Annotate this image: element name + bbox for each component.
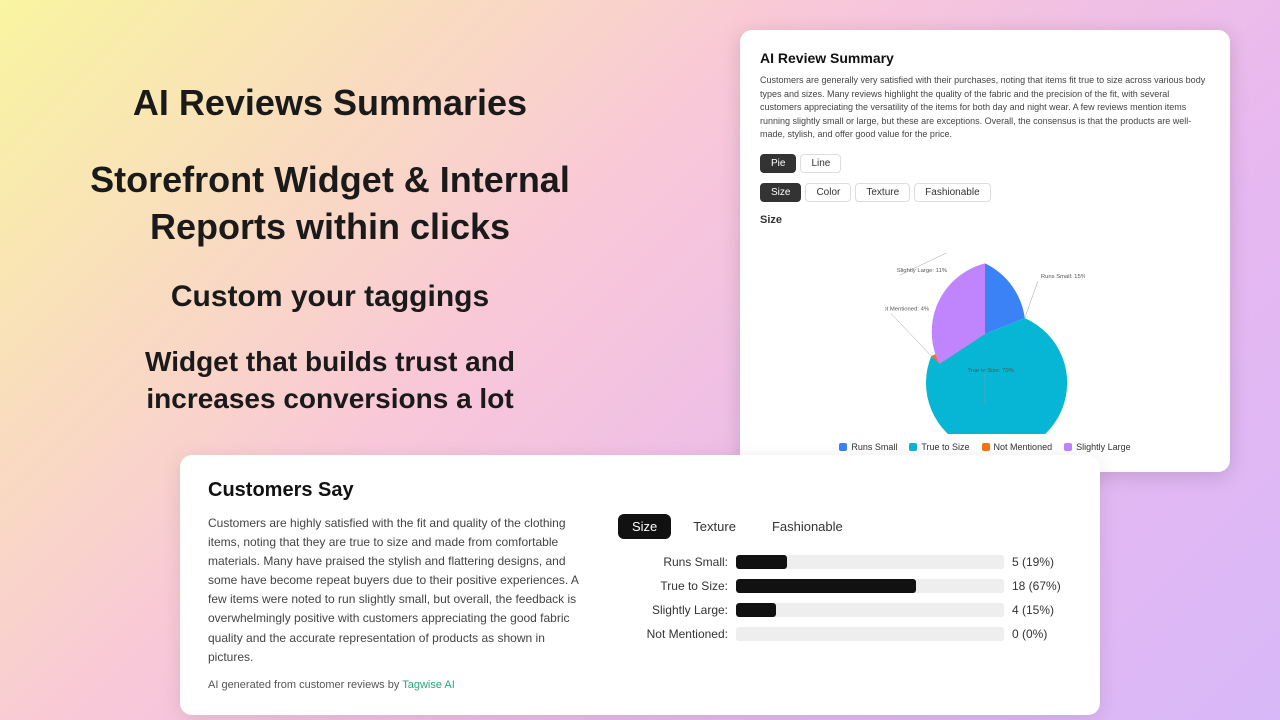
review-card-description: Customers are generally very satisfied w… xyxy=(760,74,1210,142)
label-runs-small: Runs Small: 15% xyxy=(1041,274,1085,280)
texture-tag-button[interactable]: Texture xyxy=(855,183,910,202)
label-true-to-size: True to Size: 70% xyxy=(967,368,1014,374)
bar-value-slightly-large: 4 (15%) xyxy=(1012,603,1072,617)
bar-value-runs-small: 5 (19%) xyxy=(1012,555,1072,569)
color-tag-button[interactable]: Color xyxy=(805,183,851,202)
bar-value-not-mentioned: 0 (0%) xyxy=(1012,627,1072,641)
size-tag-button[interactable]: Size xyxy=(760,183,801,202)
bar-value-true-to-size: 18 (67%) xyxy=(1012,579,1072,593)
widget-description: Customers are highly satisfied with the … xyxy=(208,514,588,668)
bar-label-slightly-large: Slightly Large: xyxy=(618,603,728,617)
legend-slightly-large: Slightly Large xyxy=(1064,442,1131,452)
legend-not-mentioned: Not Mentioned xyxy=(982,442,1053,452)
line-runs-small xyxy=(1025,281,1038,318)
widget-content: Customers are highly satisfied with the … xyxy=(208,514,1072,692)
bar-label-runs-small: Runs Small: xyxy=(618,555,728,569)
line-chart-button[interactable]: Line xyxy=(800,154,841,173)
legend-true-to-size: True to Size xyxy=(909,442,969,452)
review-card-title: AI Review Summary xyxy=(760,50,1210,66)
customers-say-card: Customers Say Customers are highly satis… xyxy=(180,455,1100,716)
line-not-mentioned xyxy=(891,313,931,356)
tag-button-group: Size Color Texture Fashionable xyxy=(760,183,1210,202)
bar-fill-runs-small xyxy=(736,555,787,569)
pie-chart-button[interactable]: Pie xyxy=(760,154,796,173)
bar-track-slightly-large xyxy=(736,603,1004,617)
bar-label-true-to-size: True to Size: xyxy=(618,579,728,593)
pie-chart-container: Runs Small: 15% Slightly Large: 11% Not … xyxy=(760,234,1210,452)
review-summary-card: AI Review Summary Customers are generall… xyxy=(740,30,1230,472)
bar-row-true-to-size: True to Size: 18 (67%) xyxy=(618,579,1072,593)
legend-dot-slightly-large xyxy=(1064,443,1072,451)
bar-chart: Runs Small: 5 (19%) True to Size: 18 (67… xyxy=(618,555,1072,641)
heading-3: Custom your taggings xyxy=(60,280,600,314)
widget-title: Customers Say xyxy=(208,479,1072,502)
bar-track-true-to-size xyxy=(736,579,1004,593)
chart-type-button-group: Pie Line xyxy=(760,154,1210,173)
heading-2: Storefront Widget & Internal Reports wit… xyxy=(60,157,600,251)
pie-legend: Runs Small True to Size Not Mentioned Sl… xyxy=(839,442,1130,452)
bar-row-slightly-large: Slightly Large: 4 (15%) xyxy=(618,603,1072,617)
tagwise-ai-link[interactable]: Tagwise AI xyxy=(402,679,455,691)
bar-fill-true-to-size xyxy=(736,579,916,593)
bar-row-runs-small: Runs Small: 5 (19%) xyxy=(618,555,1072,569)
bar-track-runs-small xyxy=(736,555,1004,569)
bar-label-not-mentioned: Not Mentioned: xyxy=(618,627,728,641)
chart-section-label: Size xyxy=(760,214,1210,226)
bar-fill-slightly-large xyxy=(736,603,776,617)
heading-4: Widget that builds trust and increases c… xyxy=(60,344,600,417)
widget-texture-tab[interactable]: Texture xyxy=(679,514,750,539)
legend-dot-runs-small xyxy=(839,443,847,451)
widget-left-panel: Customers are highly satisfied with the … xyxy=(208,514,588,692)
widget-right-panel: Size Texture Fashionable Runs Small: 5 (… xyxy=(618,514,1072,692)
legend-dot-true-to-size xyxy=(909,443,917,451)
bar-track-not-mentioned xyxy=(736,627,1004,641)
widget-fashionable-tab[interactable]: Fashionable xyxy=(758,514,857,539)
bar-row-not-mentioned: Not Mentioned: 0 (0%) xyxy=(618,627,1072,641)
widget-size-tab[interactable]: Size xyxy=(618,514,671,539)
legend-runs-small: Runs Small xyxy=(839,442,897,452)
widget-tag-tabs: Size Texture Fashionable xyxy=(618,514,1072,539)
left-section: AI Reviews Summaries Storefront Widget &… xyxy=(60,80,600,417)
label-not-mentioned: Not Mentioned: 4% xyxy=(885,306,930,312)
fashionable-tag-button[interactable]: Fashionable xyxy=(914,183,990,202)
label-slightly-large: Slightly Large: 11% xyxy=(897,268,948,274)
widget-footer: AI generated from customer reviews by Ta… xyxy=(208,679,588,691)
heading-1: AI Reviews Summaries xyxy=(60,80,600,127)
pie-chart-svg: Runs Small: 15% Slightly Large: 11% Not … xyxy=(885,234,1085,434)
legend-dot-not-mentioned xyxy=(982,443,990,451)
